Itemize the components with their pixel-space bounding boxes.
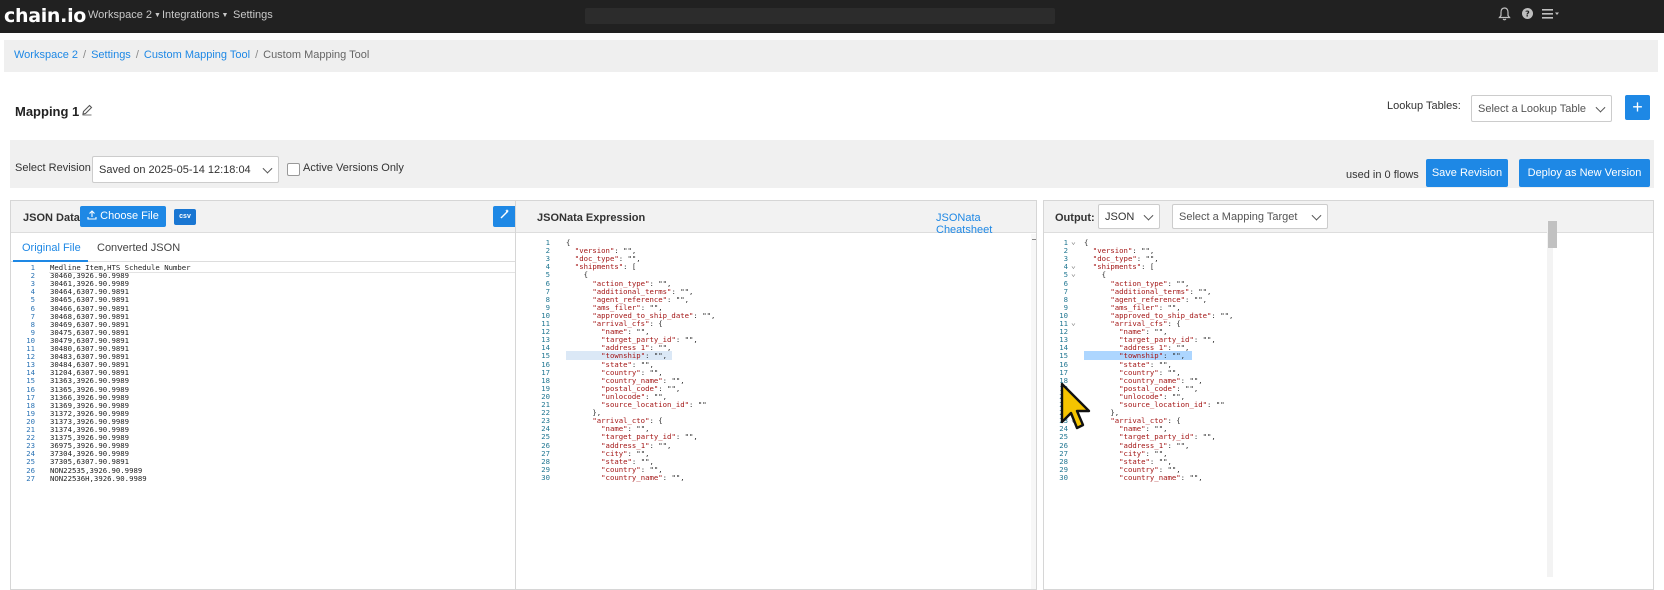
chevron-down-icon (1595, 102, 1606, 113)
top-navbar: chain.io Workspace 2 ▼ Integrations ▼ Sett… (0, 0, 1664, 33)
line-number: 4 (545, 262, 550, 272)
bell-icon[interactable] (1498, 7, 1511, 24)
breadcrumb-current: Custom Mapping Tool (263, 49, 370, 61)
line-number: 5 (545, 270, 550, 280)
select-revision-label: Select Revision (15, 162, 91, 174)
line-number: 6 (545, 278, 550, 288)
deploy-new-version-button[interactable]: Deploy as New Version (1519, 159, 1650, 187)
breadcrumb-settings[interactable]: Settings (91, 49, 131, 61)
chevron-down-icon (1311, 210, 1322, 221)
caret-down-icon: ▼ (154, 12, 161, 19)
caret-down-icon: ▼ (221, 12, 229, 19)
add-lookup-table-button[interactable]: + (1625, 95, 1650, 120)
json-data-tabs: Original File Converted JSON (11, 234, 554, 262)
mapping-title: Mapping 1 (15, 104, 80, 119)
fold-chevron-icon[interactable]: ⌄ (1071, 318, 1076, 327)
output-scrollbar[interactable] (1548, 221, 1557, 248)
csv-line: NON22536H,3926.90.9989 (50, 473, 147, 483)
fold-chevron-icon[interactable]: ⌄ (1071, 237, 1076, 246)
chainio-logo[interactable]: chain.io (4, 5, 86, 27)
chevron-down-icon (1143, 210, 1154, 221)
line-number: 3 (545, 254, 550, 264)
line-number: 30 (1059, 472, 1068, 482)
active-versions-label: Active Versions Only (303, 162, 404, 174)
upload-icon (87, 210, 97, 220)
breadcrumb-custom-mapping-tool[interactable]: Custom Mapping Tool (144, 49, 250, 61)
edit-pencil-icon[interactable] (81, 104, 93, 119)
settings-link[interactable]: Settings (233, 9, 273, 21)
choose-file-button[interactable]: Choose File (80, 206, 166, 227)
line-number: 2 (545, 246, 550, 256)
code-line: "country_name": "", (1119, 472, 1203, 482)
breadcrumb: Workspace 2/Settings / Custom Mapping Tool… (4, 40, 1658, 72)
tab-converted-json[interactable]: Converted JSON (97, 242, 180, 254)
lookup-tables-label: Lookup Tables: (1387, 100, 1461, 112)
lookup-table-select[interactable]: Select a Lookup Table (1471, 95, 1612, 122)
jsonata-expression-title: JSONata Expression (537, 212, 646, 224)
original-file-viewer[interactable]: 1 Medline Item,HTS Schedule Number 2 30460,… (11, 263, 554, 589)
json-data-panel: JSON Data Choose File csv Original File … (10, 200, 555, 590)
line-number: 7 (545, 286, 550, 296)
output-panel: Output: JSON Select a Mapping Target 1 ⌄{… (1043, 200, 1654, 590)
used-in-flows-text: used in 0 flows (1346, 169, 1419, 181)
svg-text:?: ? (1525, 10, 1530, 19)
mouse-cursor-icon (1058, 381, 1098, 436)
breadcrumb-workspace[interactable]: Workspace 2 (14, 49, 78, 61)
menu-icon[interactable] (1542, 7, 1560, 23)
jsonata-expression-panel: JSONata Expression JSONata Cheatsheet 1{… (515, 200, 1037, 590)
line-number: 27 (26, 473, 35, 483)
chevron-down-icon (262, 163, 273, 174)
jsonata-expression-editor[interactable]: 1{2 "version": "", 3 "doc_type": "", 4 "sh… (516, 234, 1036, 589)
json-data-title: JSON Data (23, 212, 80, 224)
output-title: Output: (1055, 212, 1095, 224)
output-viewer[interactable]: 1 ⌄{2 "version": "", 3 "doc_type": "", 4 ⌄ "… (1044, 234, 1653, 589)
fold-chevron-icon[interactable]: ⌄ (1071, 270, 1076, 278)
line-number: 30 (541, 472, 550, 482)
output-format-select[interactable]: JSON (1098, 204, 1160, 229)
code-line: "country_name": "", (601, 472, 685, 482)
mapping-target-select[interactable]: Select a Mapping Target (1172, 204, 1328, 229)
topbar-ghost-overlay (585, 8, 1055, 24)
workspace-menu[interactable]: Workspace 2 ▼ (88, 9, 161, 21)
jsonata-cheatsheet-link[interactable]: JSONata Cheatsheet (936, 212, 1036, 236)
save-revision-button[interactable]: Save Revision (1426, 159, 1508, 187)
integrations-menu[interactable]: Integrations ▼ (162, 9, 228, 21)
active-versions-checkbox[interactable] (287, 163, 300, 176)
tab-original-file[interactable]: Original File (22, 242, 81, 254)
line-number: 8 (545, 294, 550, 304)
csv-badge[interactable]: csv (174, 209, 196, 225)
magic-wand-icon (500, 209, 509, 219)
line-number: 1 (545, 238, 550, 247)
help-icon[interactable]: ? (1521, 7, 1534, 23)
revision-select[interactable]: Saved on 2025-05-14 12:18:04 (92, 156, 279, 183)
